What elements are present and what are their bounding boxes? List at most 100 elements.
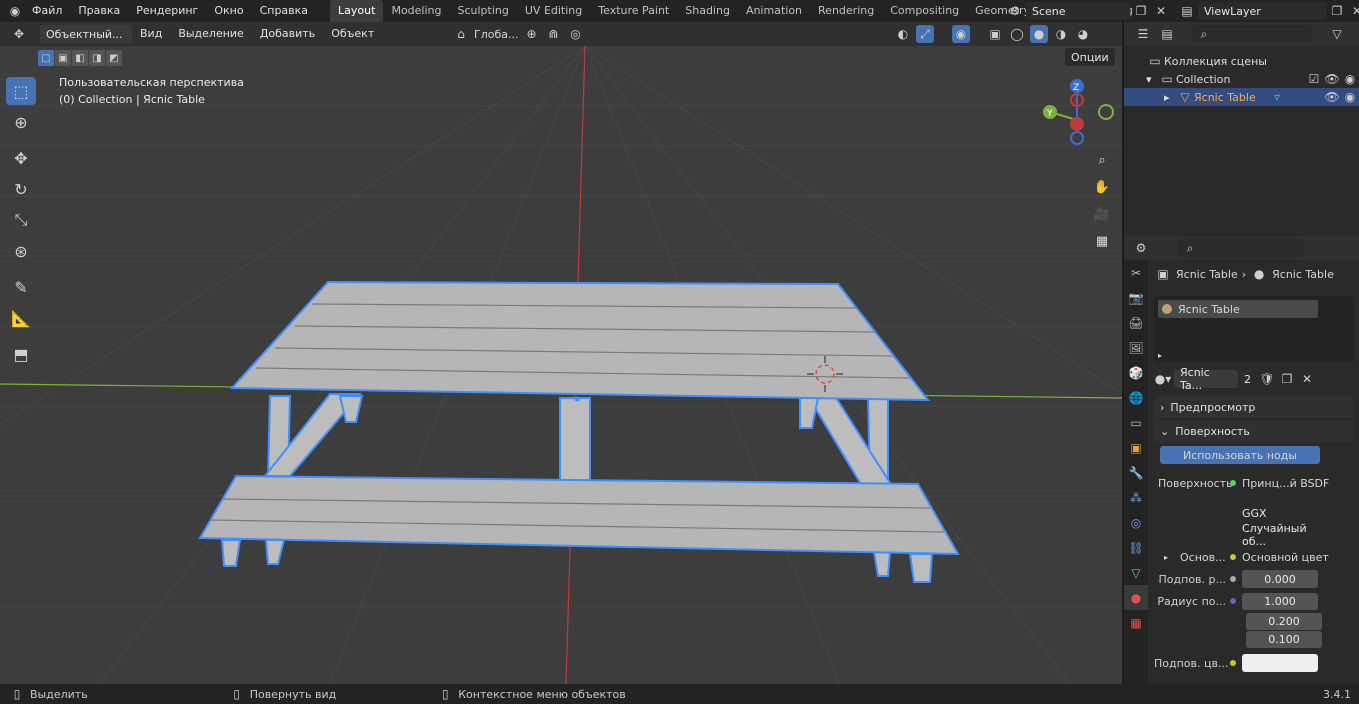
modifier-tab-icon[interactable]: 🔧 xyxy=(1124,460,1148,485)
view-layer-icon[interactable]: ▤ xyxy=(1178,2,1196,20)
eye-icon[interactable]: 👁 xyxy=(1323,70,1341,88)
physics-tab-icon[interactable]: ◎ xyxy=(1124,510,1148,535)
menu-edit[interactable]: Правка xyxy=(70,0,128,22)
tab-layout[interactable]: Layout xyxy=(330,0,384,22)
move-tool[interactable]: ✥ xyxy=(6,144,36,172)
select-box-tool[interactable]: ⬚ xyxy=(6,77,36,105)
rotate-tool[interactable]: ↻ xyxy=(6,175,36,203)
user-count[interactable]: 2 xyxy=(1240,370,1256,388)
delete-scene-icon[interactable]: ✕ xyxy=(1152,2,1170,20)
menu-help[interactable]: Справка xyxy=(252,0,316,22)
tab-shading[interactable]: Shading xyxy=(677,0,738,22)
material-slot-item[interactable]: Ясnic Table xyxy=(1158,300,1318,318)
collection-tab-icon[interactable]: ▭ xyxy=(1124,410,1148,435)
expand-object-icon[interactable]: ▸ xyxy=(1164,91,1176,104)
scene-tab-icon[interactable]: 🎲 xyxy=(1124,360,1148,385)
object-render-icon[interactable]: ◉ xyxy=(1341,88,1359,106)
select-new-icon[interactable]: ▢ xyxy=(38,50,54,66)
select-intersect-icon[interactable]: ◩ xyxy=(106,50,122,66)
base-color-value[interactable]: Основной цвет xyxy=(1242,551,1329,564)
add-cube-tool[interactable]: ⬒ xyxy=(6,340,36,368)
zoom-icon[interactable]: ⌕ xyxy=(1090,148,1114,172)
expand-icon[interactable]: ▾ xyxy=(1146,73,1158,86)
menu-select[interactable]: Выделение xyxy=(170,23,252,45)
object-tab-icon[interactable]: ▣ xyxy=(1124,435,1148,460)
radius-y-field[interactable]: 0.200 xyxy=(1246,612,1322,630)
outliner-search[interactable]: ⌕ xyxy=(1192,25,1312,43)
duplicate-material-icon[interactable]: ❐ xyxy=(1278,370,1296,388)
output-tab-icon[interactable]: 🖨 xyxy=(1124,310,1148,335)
outliner-editor-icon[interactable]: ☰ xyxy=(1134,25,1152,43)
menu-object[interactable]: Объект xyxy=(323,23,382,45)
scene-collection-row[interactable]: ▭ Коллекция сцены xyxy=(1124,52,1359,70)
xray-icon[interactable]: ▣ xyxy=(986,25,1004,43)
preview-panel-header[interactable]: › Предпросмотр xyxy=(1154,396,1354,418)
texture-tab-icon[interactable]: ▦ xyxy=(1124,610,1148,635)
cursor-tool[interactable]: ⊕ xyxy=(6,108,36,136)
new-view-layer-icon[interactable]: ❐ xyxy=(1328,2,1346,20)
distribution-dropdown[interactable]: GGX xyxy=(1236,504,1328,522)
object-eye-icon[interactable]: 👁 xyxy=(1323,88,1341,106)
grid-projection-icon[interactable]: ▦ xyxy=(1090,229,1114,253)
tool-tab-icon[interactable]: ✂ xyxy=(1124,260,1148,285)
measure-tool[interactable]: 📐 xyxy=(6,304,36,332)
base-color-expand-icon[interactable]: ▸ xyxy=(1154,553,1174,562)
unlink-material-icon[interactable]: ✕ xyxy=(1298,370,1316,388)
tab-animation[interactable]: Animation xyxy=(738,0,810,22)
data-tab-icon[interactable]: ▽ xyxy=(1124,560,1148,585)
mode-selector[interactable]: Объектный... xyxy=(40,25,132,43)
constraints-tab-icon[interactable]: ⛓ xyxy=(1124,535,1148,560)
tab-texture-paint[interactable]: Texture Paint xyxy=(590,0,677,22)
slot-expand-icon[interactable]: ▸ xyxy=(1158,351,1162,360)
navigation-gizmo[interactable]: Z Y X xyxy=(1040,74,1120,154)
annotate-tool[interactable]: ✎ xyxy=(6,273,36,301)
transform-orientation[interactable]: Глоба... xyxy=(474,28,518,41)
pivot-icon[interactable]: ⊕ xyxy=(522,25,540,43)
menu-render[interactable]: Рендеринг xyxy=(128,0,206,22)
wireframe-shading-icon[interactable]: ◯ xyxy=(1008,25,1026,43)
view-layer-tab-icon[interactable]: 🖼 xyxy=(1124,335,1148,360)
object-row[interactable]: ▸ ▽ Ясnic Table ▿ 👁 ◉ xyxy=(1124,88,1359,106)
use-nodes-button[interactable]: Использовать ноды xyxy=(1160,446,1320,464)
scene-field[interactable]: Scene xyxy=(1026,2,1130,20)
subsurface-field[interactable]: 0.000 xyxy=(1242,570,1318,588)
tab-compositing[interactable]: Compositing xyxy=(882,0,967,22)
tab-modeling[interactable]: Modeling xyxy=(383,0,449,22)
material-shading-icon[interactable]: ◑ xyxy=(1052,25,1070,43)
rendered-shading-icon[interactable]: ◕ xyxy=(1074,25,1092,43)
menu-window[interactable]: Окно xyxy=(206,0,251,22)
menu-view[interactable]: Вид xyxy=(132,23,170,45)
scene-icon[interactable]: ⚙ xyxy=(1006,2,1024,20)
pan-hand-icon[interactable]: ✋ xyxy=(1090,175,1114,199)
properties-editor-icon[interactable]: ⚙ xyxy=(1132,239,1150,257)
filter-icon[interactable]: ▽ xyxy=(1328,25,1346,43)
menu-file[interactable]: Файл xyxy=(24,0,70,22)
fake-user-icon[interactable]: 🛡 xyxy=(1258,370,1276,388)
properties-search[interactable]: ⌕ xyxy=(1178,239,1304,257)
delete-view-layer-icon[interactable]: ✕ xyxy=(1348,2,1359,20)
transform-tool[interactable]: ⊛ xyxy=(6,237,36,265)
render-tab-icon[interactable]: 📷 xyxy=(1124,285,1148,310)
camera-icon[interactable]: 🎥 xyxy=(1090,202,1114,226)
proportional-edit-icon[interactable]: ◎ xyxy=(566,25,584,43)
editor-type-icon[interactable]: ✥ xyxy=(10,25,28,43)
menu-add[interactable]: Добавить xyxy=(252,23,323,45)
tab-sculpting[interactable]: Sculpting xyxy=(450,0,517,22)
view-layer-field[interactable]: ViewLayer xyxy=(1198,2,1326,20)
browse-material-icon[interactable]: ●▾ xyxy=(1154,370,1172,388)
subsurface-method-dropdown[interactable]: Случайный об... xyxy=(1236,522,1328,548)
tab-uv-editing[interactable]: UV Editing xyxy=(517,0,590,22)
tab-rendering[interactable]: Rendering xyxy=(810,0,882,22)
material-tab-icon[interactable]: ● xyxy=(1124,585,1148,610)
checkbox-icon[interactable]: ☑ xyxy=(1305,70,1323,88)
subsurface-color-swatch[interactable] xyxy=(1242,654,1318,672)
gizmo-toggle-icon[interactable]: ⤢ xyxy=(916,25,934,43)
material-name-field[interactable]: Ясnic Ta... xyxy=(1174,366,1238,392)
new-scene-icon[interactable]: ❐ xyxy=(1132,2,1150,20)
visibility-icon[interactable]: ◐ xyxy=(894,25,912,43)
radius-x-field[interactable]: 1.000 xyxy=(1242,592,1318,610)
render-camera-icon[interactable]: ◉ xyxy=(1341,70,1359,88)
world-tab-icon[interactable]: 🌐 xyxy=(1124,385,1148,410)
collection-row[interactable]: ▾ ▭ Collection ☑ 👁 ◉ xyxy=(1124,70,1359,88)
particles-tab-icon[interactable]: ⁂ xyxy=(1124,485,1148,510)
